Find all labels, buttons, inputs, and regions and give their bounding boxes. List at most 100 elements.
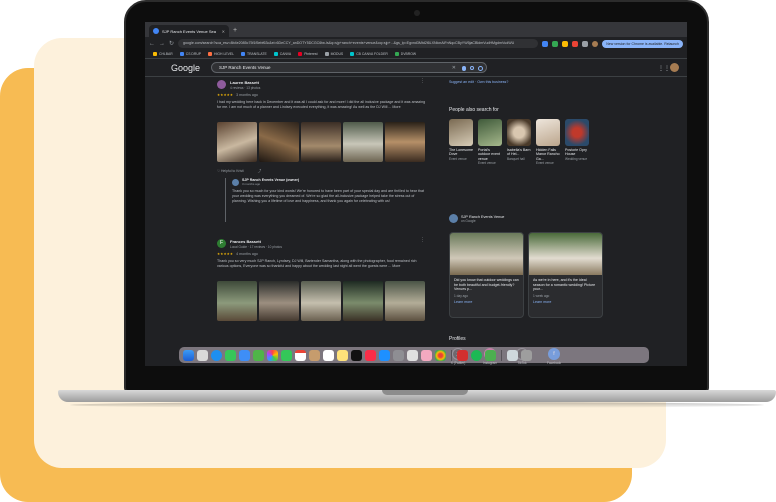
profiles-title: Profiles xyxy=(449,336,466,342)
system-settings-icon[interactable] xyxy=(393,349,404,361)
people-also-search-title: People also search for xyxy=(449,107,499,113)
bookmark-item[interactable]: CB CANVA FOLDER xyxy=(350,52,388,56)
own-business-link[interactable]: Own this business? xyxy=(477,80,508,84)
google-logo[interactable]: Google xyxy=(171,63,200,73)
browser-tab[interactable]: SJP Ranch Events Venue Sea ✕ xyxy=(149,25,229,37)
people-also-search-list: The Lonesome Dove Event venue Portal's o… xyxy=(449,119,589,165)
bookmark-item[interactable]: HIGH LEVEL xyxy=(208,52,234,56)
like-button[interactable]: ♡ Helpful to Kristi xyxy=(217,169,244,173)
review-photo[interactable] xyxy=(301,122,341,162)
review-header: Lauren Bassett 4 reviews · 13 photos xyxy=(217,80,260,90)
google-search-box[interactable]: SJP Ranch Events Venue ✕ xyxy=(211,62,487,73)
chrome-icon[interactable] xyxy=(435,349,446,361)
profile-avatar[interactable] xyxy=(592,40,599,47)
venue-type: Banquet hall xyxy=(507,156,525,161)
maps-icon[interactable] xyxy=(253,349,264,361)
bookmark-item[interactable]: DVBROW xyxy=(394,52,416,56)
more-options-icon[interactable]: ⋮ xyxy=(420,78,425,84)
bookmark-item[interactable]: Pinterest xyxy=(298,52,318,56)
clear-search-icon[interactable]: ✕ xyxy=(452,65,456,71)
search-icon[interactable] xyxy=(478,65,483,71)
facetime-icon[interactable] xyxy=(281,349,292,361)
google-lens-icon[interactable] xyxy=(470,66,474,70)
app-icon[interactable] xyxy=(421,349,432,361)
extension-icon[interactable] xyxy=(542,40,549,47)
bookmark-item[interactable]: CHLBAR xyxy=(153,52,173,56)
reload-icon[interactable]: ↻ xyxy=(169,40,174,47)
relaunch-button[interactable]: New version for Chrome is available. Rel… xyxy=(602,39,683,48)
review-photo[interactable] xyxy=(385,281,425,321)
update-post-card[interactable]: Did you know that outdoor weddings can b… xyxy=(449,232,524,318)
venue-thumbnail xyxy=(478,119,502,146)
back-arrow-icon[interactable]: ← xyxy=(149,41,155,47)
app-store-icon[interactable] xyxy=(379,349,390,361)
app-icon[interactable] xyxy=(457,349,468,361)
spotify-icon[interactable] xyxy=(471,349,482,361)
account-avatar[interactable] xyxy=(670,63,679,72)
safari-icon[interactable] xyxy=(211,349,222,361)
venue-type: Wedding venue xyxy=(565,156,588,161)
update-post-card[interactable]: As we're in here, and it's the ideal sea… xyxy=(528,232,603,318)
bookmark-item[interactable]: CS DRUP xyxy=(179,52,201,56)
related-venue-card[interactable]: Postorie Opry House Wedding venue xyxy=(565,119,589,165)
learn-more-link[interactable]: Learn more xyxy=(450,298,523,304)
extension-icon[interactable] xyxy=(572,40,579,47)
extension-icon[interactable] xyxy=(562,40,569,47)
suggest-edit-link[interactable]: Suggest an edit xyxy=(449,80,474,84)
apple-tv-icon[interactable] xyxy=(351,349,362,361)
downloads-folder-icon[interactable] xyxy=(507,349,518,361)
post-image xyxy=(450,233,523,275)
preview-icon[interactable] xyxy=(407,349,418,361)
bookmark-item[interactable]: TRANSLATE xyxy=(241,52,267,56)
music-icon[interactable] xyxy=(365,349,376,361)
address-bar[interactable]: google.com/search?sca_esv=8b4e2085c75f1f… xyxy=(178,39,539,48)
bookmarks-bar: CHLBAR CS DRUP HIGH LEVEL TRANSLATE CANV… xyxy=(145,50,687,59)
puzzle-icon[interactable] xyxy=(582,40,589,47)
venue-type: Event venue xyxy=(449,156,467,161)
reminders-icon[interactable] xyxy=(323,349,334,361)
reviewer-name[interactable]: Lauren Bassett xyxy=(230,80,260,85)
related-venue-card[interactable]: The Lonesome Dove Event venue xyxy=(449,119,473,165)
review-photo[interactable] xyxy=(343,122,383,162)
bookmark-item[interactable]: MODUS xyxy=(324,52,343,56)
more-options-icon[interactable]: ⋮ xyxy=(420,237,425,243)
finder-icon[interactable] xyxy=(183,349,194,361)
launchpad-icon[interactable] xyxy=(197,349,208,361)
share-icon[interactable]: ⤴ xyxy=(258,168,261,173)
new-tab-icon[interactable]: + xyxy=(233,25,237,37)
calendar-icon[interactable] xyxy=(295,349,306,361)
review-photo[interactable] xyxy=(343,281,383,321)
contacts-icon[interactable] xyxy=(309,349,320,361)
notes-icon[interactable] xyxy=(337,349,348,361)
related-venue-card[interactable]: Isabella's Barn of Hel... Banquet hall xyxy=(507,119,531,165)
owner-response-age: 3 months ago xyxy=(242,182,261,186)
microphone-icon[interactable] xyxy=(462,65,466,71)
bookmark-item[interactable]: CANVA xyxy=(273,52,291,56)
browser-tab-bar: SJP Ranch Events Venue Sea ✕ + xyxy=(145,22,687,37)
reviewer-name[interactable]: Frances Bassett xyxy=(230,239,282,244)
search-query[interactable]: SJP Ranch Events Venue xyxy=(219,65,270,70)
reviewer-avatar[interactable] xyxy=(217,80,226,89)
trash-icon[interactable] xyxy=(521,349,532,361)
learn-more-link[interactable]: Learn more xyxy=(529,298,602,304)
related-venue-card[interactable]: Portal's outdoor event venue Event venue xyxy=(478,119,502,165)
related-venue-card[interactable]: Hidden Falls Manor Rancho Ga... Event ve… xyxy=(536,119,560,165)
photos-icon[interactable] xyxy=(267,349,278,361)
reviews-panel: Lauren Bassett 4 reviews · 13 photos ⋮ ★… xyxy=(215,77,435,366)
review-photo[interactable] xyxy=(217,122,257,162)
reviewer-meta: Local Guide · 17 reviews · 10 photos xyxy=(230,245,282,249)
review-photo[interactable] xyxy=(301,281,341,321)
review-photo[interactable] xyxy=(259,281,299,321)
reviewer-avatar[interactable]: F xyxy=(217,239,226,248)
review-photo[interactable] xyxy=(385,122,425,162)
mail-icon[interactable] xyxy=(239,349,250,361)
forward-arrow-icon[interactable]: → xyxy=(159,41,165,47)
close-tab-icon[interactable]: ✕ xyxy=(222,29,225,34)
extension-icon[interactable] xyxy=(552,40,559,47)
review-photo[interactable] xyxy=(259,122,299,162)
updates-source: on Google xyxy=(461,218,476,223)
play-icon[interactable] xyxy=(485,349,496,361)
review-photo[interactable] xyxy=(217,281,257,321)
venue-thumbnail xyxy=(507,119,531,146)
messages-icon[interactable] xyxy=(225,349,236,361)
